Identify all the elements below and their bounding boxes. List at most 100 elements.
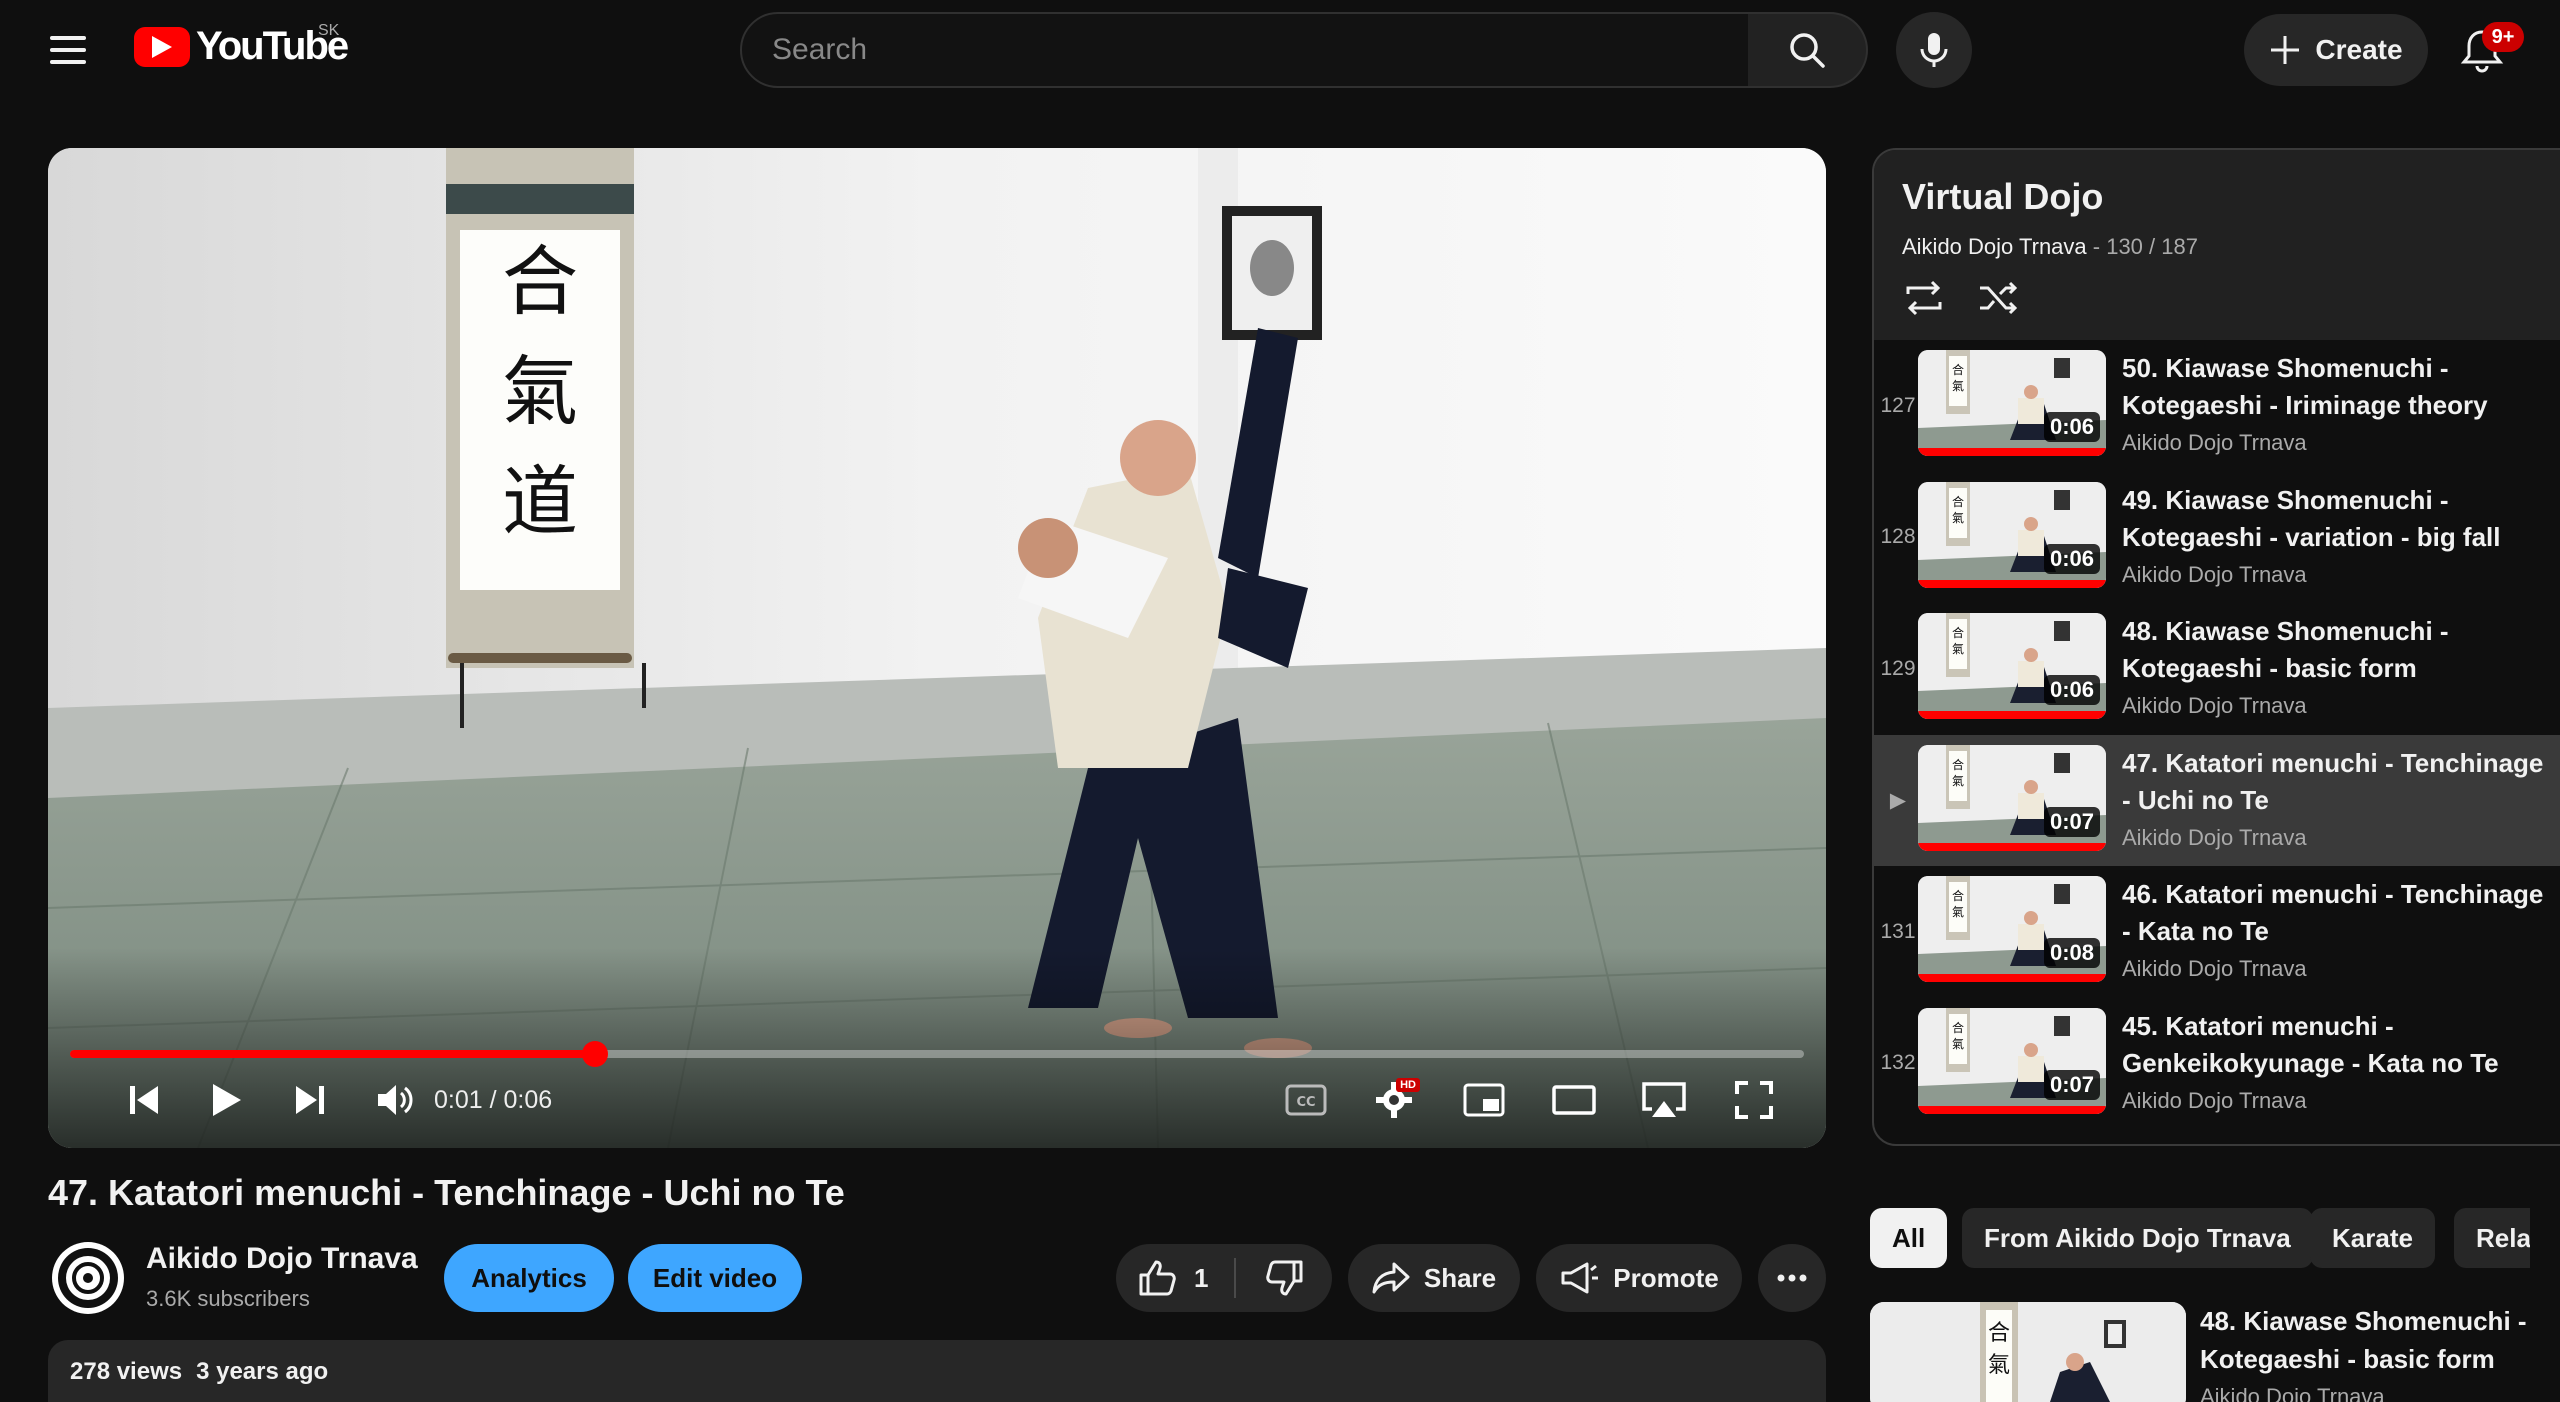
playlist-item-title[interactable]: 49. Kiawase Shomenuchi - Kotegaeshi - va…: [2122, 482, 2552, 556]
search-input[interactable]: [772, 33, 1748, 67]
recommended-video[interactable]: 合氣 48. Kiawase Shomenuchi - Kotegaeshi -…: [1870, 1302, 2560, 1402]
svg-text:合: 合: [1952, 757, 1964, 772]
volume-button[interactable]: [368, 1074, 424, 1126]
svg-text:氣: 氣: [1952, 511, 1964, 525]
playlist-item-title[interactable]: 50. Kiawase Shomenuchi - Kotegaeshi - Ir…: [2122, 350, 2552, 424]
channel-name[interactable]: Aikido Dojo Trnava: [146, 1242, 418, 1276]
theater-mode-button[interactable]: [1546, 1074, 1602, 1126]
menu-icon[interactable]: [48, 30, 88, 70]
svg-text:合: 合: [1952, 1020, 1964, 1035]
analytics-button[interactable]: Analytics: [444, 1244, 614, 1312]
settings-button[interactable]: HD: [1366, 1074, 1422, 1126]
next-button[interactable]: [282, 1074, 338, 1126]
loop-icon[interactable]: [1902, 278, 1946, 318]
playlist-item[interactable]: 128 合氣 0:06 49. Kiawase Shomenuchi - Kotega…: [1874, 472, 2560, 604]
more-horizontal-icon: [1777, 1274, 1807, 1282]
playlist-panel: Virtual Dojo Aikido Dojo Trnava - 130 / …: [1872, 148, 2560, 1146]
plus-icon: [2271, 36, 2300, 64]
playlist-item-channel: Aikido Dojo Trnava: [2122, 693, 2307, 718]
upload-age: 3 years ago: [196, 1358, 329, 1385]
playlist-item-title[interactable]: 47. Katatori menuchi - Tenchinage - Uchi…: [2122, 745, 2552, 819]
share-button[interactable]: Share: [1348, 1244, 1520, 1312]
like-count: 1: [1194, 1262, 1209, 1293]
promote-button[interactable]: Promote: [1536, 1244, 1742, 1312]
duration-badge: 0:06: [2043, 412, 2100, 442]
playlist-item-thumbnail[interactable]: 合氣 0:07: [1918, 744, 2106, 851]
playlist-subtitle: Aikido Dojo Trnava - 130 / 187: [1902, 234, 2198, 260]
playlist-item-thumbnail[interactable]: 合氣 0:06: [1918, 481, 2106, 588]
video-title: 47. Katatori menuchi - Tenchinage - Uchi…: [48, 1172, 845, 1213]
play-button[interactable]: [198, 1074, 254, 1126]
svg-text:合: 合: [1988, 1321, 2010, 1346]
playlist-title[interactable]: Virtual Dojo: [1902, 176, 2103, 218]
playlist-item-thumbnail[interactable]: 合氣 0:07: [1918, 1007, 2106, 1114]
description-box[interactable]: 278 views 3 years ago: [48, 1340, 1826, 1402]
recommended-title[interactable]: 48. Kiawase Shomenuchi - Kotegaeshi - ba…: [2200, 1302, 2560, 1378]
filter-chip[interactable]: Relat: [2454, 1208, 2530, 1268]
playlist-item[interactable]: 131 合氣 0:08 46. Katatori menuchi - Tenchina…: [1874, 866, 2560, 998]
thumbs-up-icon: [1139, 1260, 1176, 1296]
shuffle-icon[interactable]: [1976, 278, 2020, 318]
youtube-logo[interactable]: YouTube: [134, 24, 349, 69]
playlist-item-thumbnail[interactable]: 合氣 0:08: [1918, 876, 2106, 982]
playlist-item-channel: Aikido Dojo Trnava: [2122, 1087, 2307, 1113]
svg-text:合: 合: [1952, 494, 1964, 509]
svg-text:氣: 氣: [1952, 379, 1964, 393]
playlist-owner[interactable]: Aikido Dojo Trnava: [1902, 234, 2087, 259]
svg-text:道: 道: [502, 457, 578, 546]
playlist-item-index: 131: [1880, 919, 1916, 943]
video-player[interactable]: 合 氣 道 0:01 / 0:06 CC HD: [48, 148, 1826, 1148]
fullscreen-icon: [1735, 1081, 1773, 1119]
duration-badge: 0:06: [2043, 675, 2100, 705]
share-icon: [1372, 1262, 1410, 1294]
playlist-item-channel: Aikido Dojo Trnava: [2122, 824, 2307, 850]
create-button[interactable]: Create: [2244, 14, 2428, 86]
megaphone-icon: [1561, 1262, 1599, 1294]
cast-button[interactable]: [1636, 1074, 1692, 1126]
playlist-item-title[interactable]: 45. Katatori menuchi - Genkeikokyunage -…: [2122, 1008, 2552, 1082]
progress-bar[interactable]: [70, 1041, 1804, 1067]
duration-badge: 0:07: [2043, 806, 2100, 837]
search-button[interactable]: [1748, 12, 1868, 88]
svg-text:氣: 氣: [1952, 905, 1964, 919]
playlist-item-title[interactable]: 46. Katatori menuchi - Tenchinage - Kata…: [2122, 876, 2552, 950]
search-box: [740, 12, 1750, 88]
captions-button[interactable]: CC: [1278, 1074, 1334, 1126]
like-button[interactable]: 1: [1116, 1244, 1234, 1312]
edit-video-button[interactable]: Edit video: [628, 1244, 802, 1312]
playlist-item[interactable]: 127 合氣 0:06 50. Kiawase Shomenuchi - Kotega…: [1874, 340, 2560, 472]
search-icon: [1790, 33, 1825, 68]
recommended-thumbnail[interactable]: 合氣: [1870, 1302, 2186, 1402]
voice-search-button[interactable]: [1896, 12, 1972, 88]
playlist-item-index: ▶: [1889, 788, 1907, 812]
channel-avatar[interactable]: [52, 1242, 124, 1314]
filter-chip[interactable]: From Aikido Dojo Trnava: [1962, 1208, 2313, 1268]
time-display: 0:01 / 0:06: [434, 1086, 553, 1114]
playlist-item[interactable]: 132 合氣 0:07 45. Katatori menuchi - Genkeiko…: [1874, 998, 2560, 1130]
play-logo-icon: [134, 26, 190, 67]
svg-text:合: 合: [1952, 362, 1964, 377]
closed-captions-icon: CC: [1285, 1084, 1327, 1116]
svg-text:氣: 氣: [1952, 1037, 1964, 1051]
watched-progress: [1918, 448, 2106, 456]
playlist-item-thumbnail[interactable]: 合氣 0:06: [1918, 613, 2106, 719]
svg-text:氣: 氣: [502, 347, 578, 436]
playlist-item-index: 127: [1880, 393, 1916, 417]
svg-text:氣: 氣: [1988, 1353, 2010, 1378]
filter-chip[interactable]: All: [1870, 1208, 1948, 1268]
previous-button[interactable]: [116, 1074, 172, 1126]
watched-progress: [1918, 579, 2106, 588]
playlist-item[interactable]: ▶ 合氣 0:07 47. Katatori menuchi - Tenchinage…: [1874, 734, 2560, 866]
like-dislike-group: 1: [1116, 1244, 1332, 1312]
playlist-item-channel: Aikido Dojo Trnava: [2122, 956, 2307, 981]
fullscreen-button[interactable]: [1726, 1074, 1782, 1126]
dislike-button[interactable]: [1236, 1244, 1332, 1312]
playlist-item[interactable]: 129 合氣 0:06 48. Kiawase Shomenuchi - Kotega…: [1874, 603, 2560, 735]
miniplayer-button[interactable]: [1456, 1074, 1512, 1126]
more-actions-button[interactable]: [1758, 1244, 1826, 1312]
airplay-icon: [1642, 1082, 1686, 1117]
filter-chip[interactable]: Karate: [2310, 1208, 2435, 1268]
playlist-item-title[interactable]: 48. Kiawase Shomenuchi - Kotegaeshi - ba…: [2122, 613, 2552, 687]
playlist-header: Virtual Dojo Aikido Dojo Trnava - 130 / …: [1874, 150, 2560, 340]
playlist-item-thumbnail[interactable]: 合氣 0:06: [1918, 350, 2106, 456]
